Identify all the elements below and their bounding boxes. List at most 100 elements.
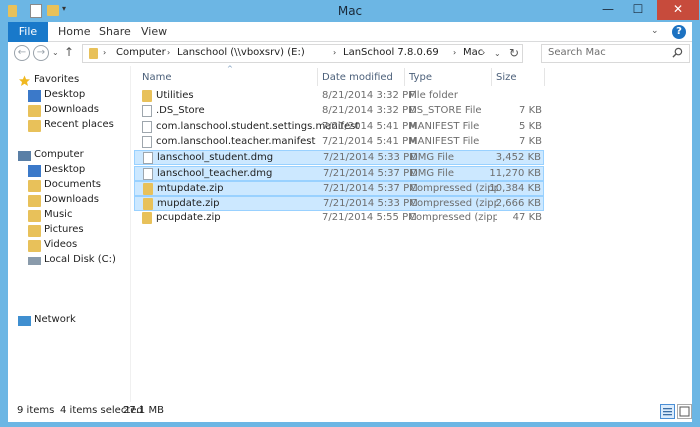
file-date: 7/21/2014 5:41 PM [322,135,417,147]
column-header-type[interactable]: Type [405,68,490,86]
breadcrumb-separator: › [103,48,107,57]
search-placeholder: Search Mac [548,47,606,58]
file-type: Compressed (zipp... [410,182,498,194]
documents-icon [28,180,41,192]
file-size: 5 KB [519,120,542,132]
file-list: ^ Name Date modified Type Size Utilities… [132,65,692,402]
zip-folder-icon [143,182,153,195]
file-row[interactable]: Utilities 8/21/2014 3:32 PM File folder [134,89,544,104]
details-view-button[interactable] [660,404,675,419]
file-icon [143,167,153,180]
file-row[interactable]: lanschool_teacher.dmg 7/21/2014 5:37 PM DM… [134,165,544,181]
file-date: 7/21/2014 5:55 PM [322,212,417,224]
file-row[interactable]: mupdate.zip 7/21/2014 5:33 PM Compressed (… [134,196,544,212]
file-row[interactable]: com.lanschool.teacher.manifest 7/21/2014 … [134,135,544,150]
file-icon [143,152,153,165]
downloads-icon [28,195,41,207]
search-icon[interactable] [672,47,683,58]
recent-locations-button[interactable]: ⌄ [52,48,59,57]
navigation-pane: Favorites Desktop Downloads Recent place… [8,66,128,402]
recent-places-icon [28,120,41,132]
file-date: 7/21/2014 5:33 PM [323,198,418,210]
breadcrumb-mac[interactable]: Mac [463,47,483,58]
file-date: 7/21/2014 5:37 PM [323,167,418,179]
file-date: 7/21/2014 5:37 PM [323,182,418,194]
breadcrumb-drive[interactable]: Lanschool (\\vboxsrv) (E:) [177,47,305,58]
refresh-icon[interactable]: ↻ [509,46,519,60]
file-icon [142,135,152,148]
breadcrumb-separator: › [167,48,171,57]
tab-view[interactable]: View [141,22,167,42]
maximize-button[interactable]: ☐ [624,0,652,20]
large-icons-view-button[interactable] [677,404,692,419]
zip-folder-icon [143,198,153,211]
desktop-icon [28,90,41,102]
explorer-content: Favorites Desktop Downloads Recent place… [8,65,692,402]
music-icon [28,210,41,222]
column-header-date[interactable]: Date modified [318,68,403,86]
tab-file[interactable]: File [8,22,48,42]
file-row[interactable]: mtupdate.zip 7/21/2014 5:37 PM Compressed … [134,180,544,196]
item-count: 9 items [17,405,55,416]
file-type: MANIFEST File [409,120,480,132]
breadcrumb-separator: › [333,48,337,57]
search-box[interactable]: Search Mac [541,44,690,63]
help-icon[interactable]: ? [672,25,686,39]
file-row[interactable]: .DS_Store 8/21/2014 3:32 PM DS_STORE File 7… [134,104,544,119]
file-type: MANIFEST File [409,135,480,147]
desktop-icon [28,165,41,177]
tab-share[interactable]: Share [99,22,131,42]
zip-folder-icon [142,212,152,225]
drive-icon [28,257,41,265]
file-icon [142,105,152,118]
downloads-icon [28,105,41,117]
file-date: 8/21/2014 3:32 PM [322,105,417,117]
computer-icon [18,151,31,161]
file-name: lanschool_teacher.dmg [157,167,273,179]
minimize-button[interactable]: — [594,0,622,20]
folder-icon [89,48,98,59]
breadcrumb-lanschool[interactable]: LanSchool 7.8.0.69 [343,47,439,58]
file-type: DS_STORE File [409,105,482,117]
file-size: 2,666 KB [495,198,541,210]
file-name: Utilities [156,90,194,101]
file-size: 11,270 KB [489,167,541,179]
file-row[interactable]: lanschool_student.dmg 7/21/2014 5:33 PM DM… [134,150,544,166]
file-type: DMG File [410,167,454,179]
details-view-icon [663,408,672,416]
large-icons-view-icon [679,406,690,417]
file-type: Compressed (zipp... [409,212,497,224]
file-name: com.lanschool.teacher.manifest [156,135,316,147]
close-button[interactable]: ✕ [657,0,699,20]
file-size: 7 KB [519,105,542,117]
back-button[interactable]: ← [14,45,30,61]
file-type: DMG File [410,152,454,164]
pane-splitter[interactable] [130,66,131,402]
ribbon-tabs: File Home Share View ⌄ ? [8,22,692,42]
file-size: 10,384 KB [489,182,541,194]
videos-icon [28,240,41,252]
network-icon [18,316,31,326]
file-name: mtupdate.zip [157,182,224,194]
file-row[interactable]: pcupdate.zip 7/21/2014 5:55 PM Compressed … [134,211,544,226]
address-dropdown-icon[interactable]: ⌄ [494,49,501,58]
file-date: 8/21/2014 3:32 PM [322,90,417,101]
folder-icon [142,90,152,102]
file-size: 47 KB [512,212,542,224]
column-divider[interactable] [544,68,545,86]
star-icon [19,75,30,86]
file-name: lanschool_student.dmg [157,152,274,164]
up-button[interactable]: ↑ [64,45,74,59]
status-bar: 9 items 4 items selected 27.1 MB [8,402,692,422]
selected-size: 27.1 MB [123,405,164,416]
column-header-size[interactable]: Size [492,68,544,86]
address-bar[interactable]: › Computer › Lanschool (\\vboxsrv) (E:) … [82,44,523,63]
breadcrumb-separator: › [482,48,486,57]
expand-ribbon-icon[interactable]: ⌄ [651,26,659,36]
column-header-name[interactable]: ^ Name [134,65,314,86]
forward-button[interactable]: → [33,45,49,61]
file-row[interactable]: com.lanschool.student.settings.manifest 7… [134,120,544,135]
tab-home[interactable]: Home [58,22,90,42]
file-size: 7 KB [519,135,542,147]
breadcrumb-computer[interactable]: Computer [116,47,166,58]
